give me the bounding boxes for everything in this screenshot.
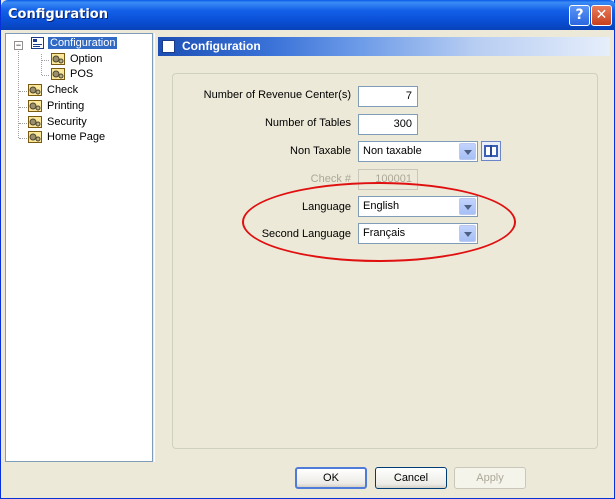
tree-item-label: Security — [47, 116, 87, 129]
panel-header: Configuration — [158, 37, 610, 56]
title-bar[interactable]: Configuration ? ✕ — [1, 0, 615, 30]
gears-icon — [28, 131, 42, 144]
tree-item-check[interactable]: Check — [28, 84, 80, 99]
book-icon — [484, 145, 498, 157]
config-icon — [31, 37, 45, 50]
tree-item-pos[interactable]: POS — [51, 68, 95, 83]
check-number-input: 100001 — [358, 169, 418, 190]
chevron-down-icon[interactable] — [459, 225, 476, 242]
gears-icon — [28, 100, 42, 113]
revenue-centers-input[interactable]: 7 — [358, 86, 418, 107]
cancel-button[interactable]: Cancel — [375, 467, 447, 489]
check-number-label: Check # — [310, 173, 351, 185]
tree-item-home-page[interactable]: Home Page — [28, 131, 107, 146]
lookup-button[interactable] — [481, 141, 501, 161]
tree-item-label: Configuration — [48, 37, 118, 50]
tables-label: Number of Tables — [264, 117, 351, 129]
language-label: Language — [302, 201, 351, 213]
close-button[interactable]: ✕ — [591, 5, 612, 26]
help-button[interactable]: ? — [569, 5, 590, 26]
window-title: Configuration — [8, 7, 108, 22]
second-language-value: Français — [363, 227, 406, 239]
ok-button[interactable]: OK — [295, 467, 367, 489]
non-taxable-select[interactable]: Non taxable — [358, 141, 478, 162]
language-select[interactable]: English — [358, 196, 478, 217]
gears-icon — [51, 68, 65, 81]
help-icon: ? — [575, 7, 584, 23]
tree-item-printing[interactable]: Printing — [28, 100, 86, 115]
language-value: English — [363, 200, 400, 212]
panel-title: Configuration — [182, 39, 261, 53]
non-taxable-label: Non Taxable — [290, 145, 351, 157]
tree-item-label: Home Page — [47, 131, 106, 144]
configuration-window: Configuration ? ✕ − Configuration Option — [0, 0, 615, 499]
chevron-down-icon[interactable] — [459, 198, 476, 215]
gears-icon — [28, 84, 42, 97]
tree-item-option[interactable]: Option — [51, 53, 104, 68]
second-language-label: Second Language — [261, 228, 351, 240]
config-icon — [162, 40, 175, 53]
chevron-down-icon[interactable] — [459, 143, 476, 160]
tree-item-label: Option — [70, 53, 103, 66]
tree-item-label: POS — [70, 68, 94, 81]
navigation-tree[interactable]: − Configuration Option POS Check Printin — [5, 33, 153, 462]
close-icon: ✕ — [595, 7, 608, 23]
tree-item-security[interactable]: Security — [28, 116, 89, 131]
apply-button[interactable]: Apply — [454, 467, 526, 489]
tree-collapse-toggle[interactable]: − — [14, 41, 23, 50]
tree-item-label: Printing — [47, 100, 85, 113]
non-taxable-value: Non taxable — [363, 145, 422, 157]
gears-icon — [51, 53, 65, 66]
tables-input[interactable]: 300 — [358, 114, 418, 135]
tree-item-configuration[interactable]: Configuration — [31, 37, 118, 52]
revenue-centers-label: Number of Revenue Center(s) — [203, 89, 351, 101]
second-language-select[interactable]: Français — [358, 223, 478, 244]
tree-item-label: Check — [47, 84, 79, 97]
gears-icon — [28, 116, 42, 129]
